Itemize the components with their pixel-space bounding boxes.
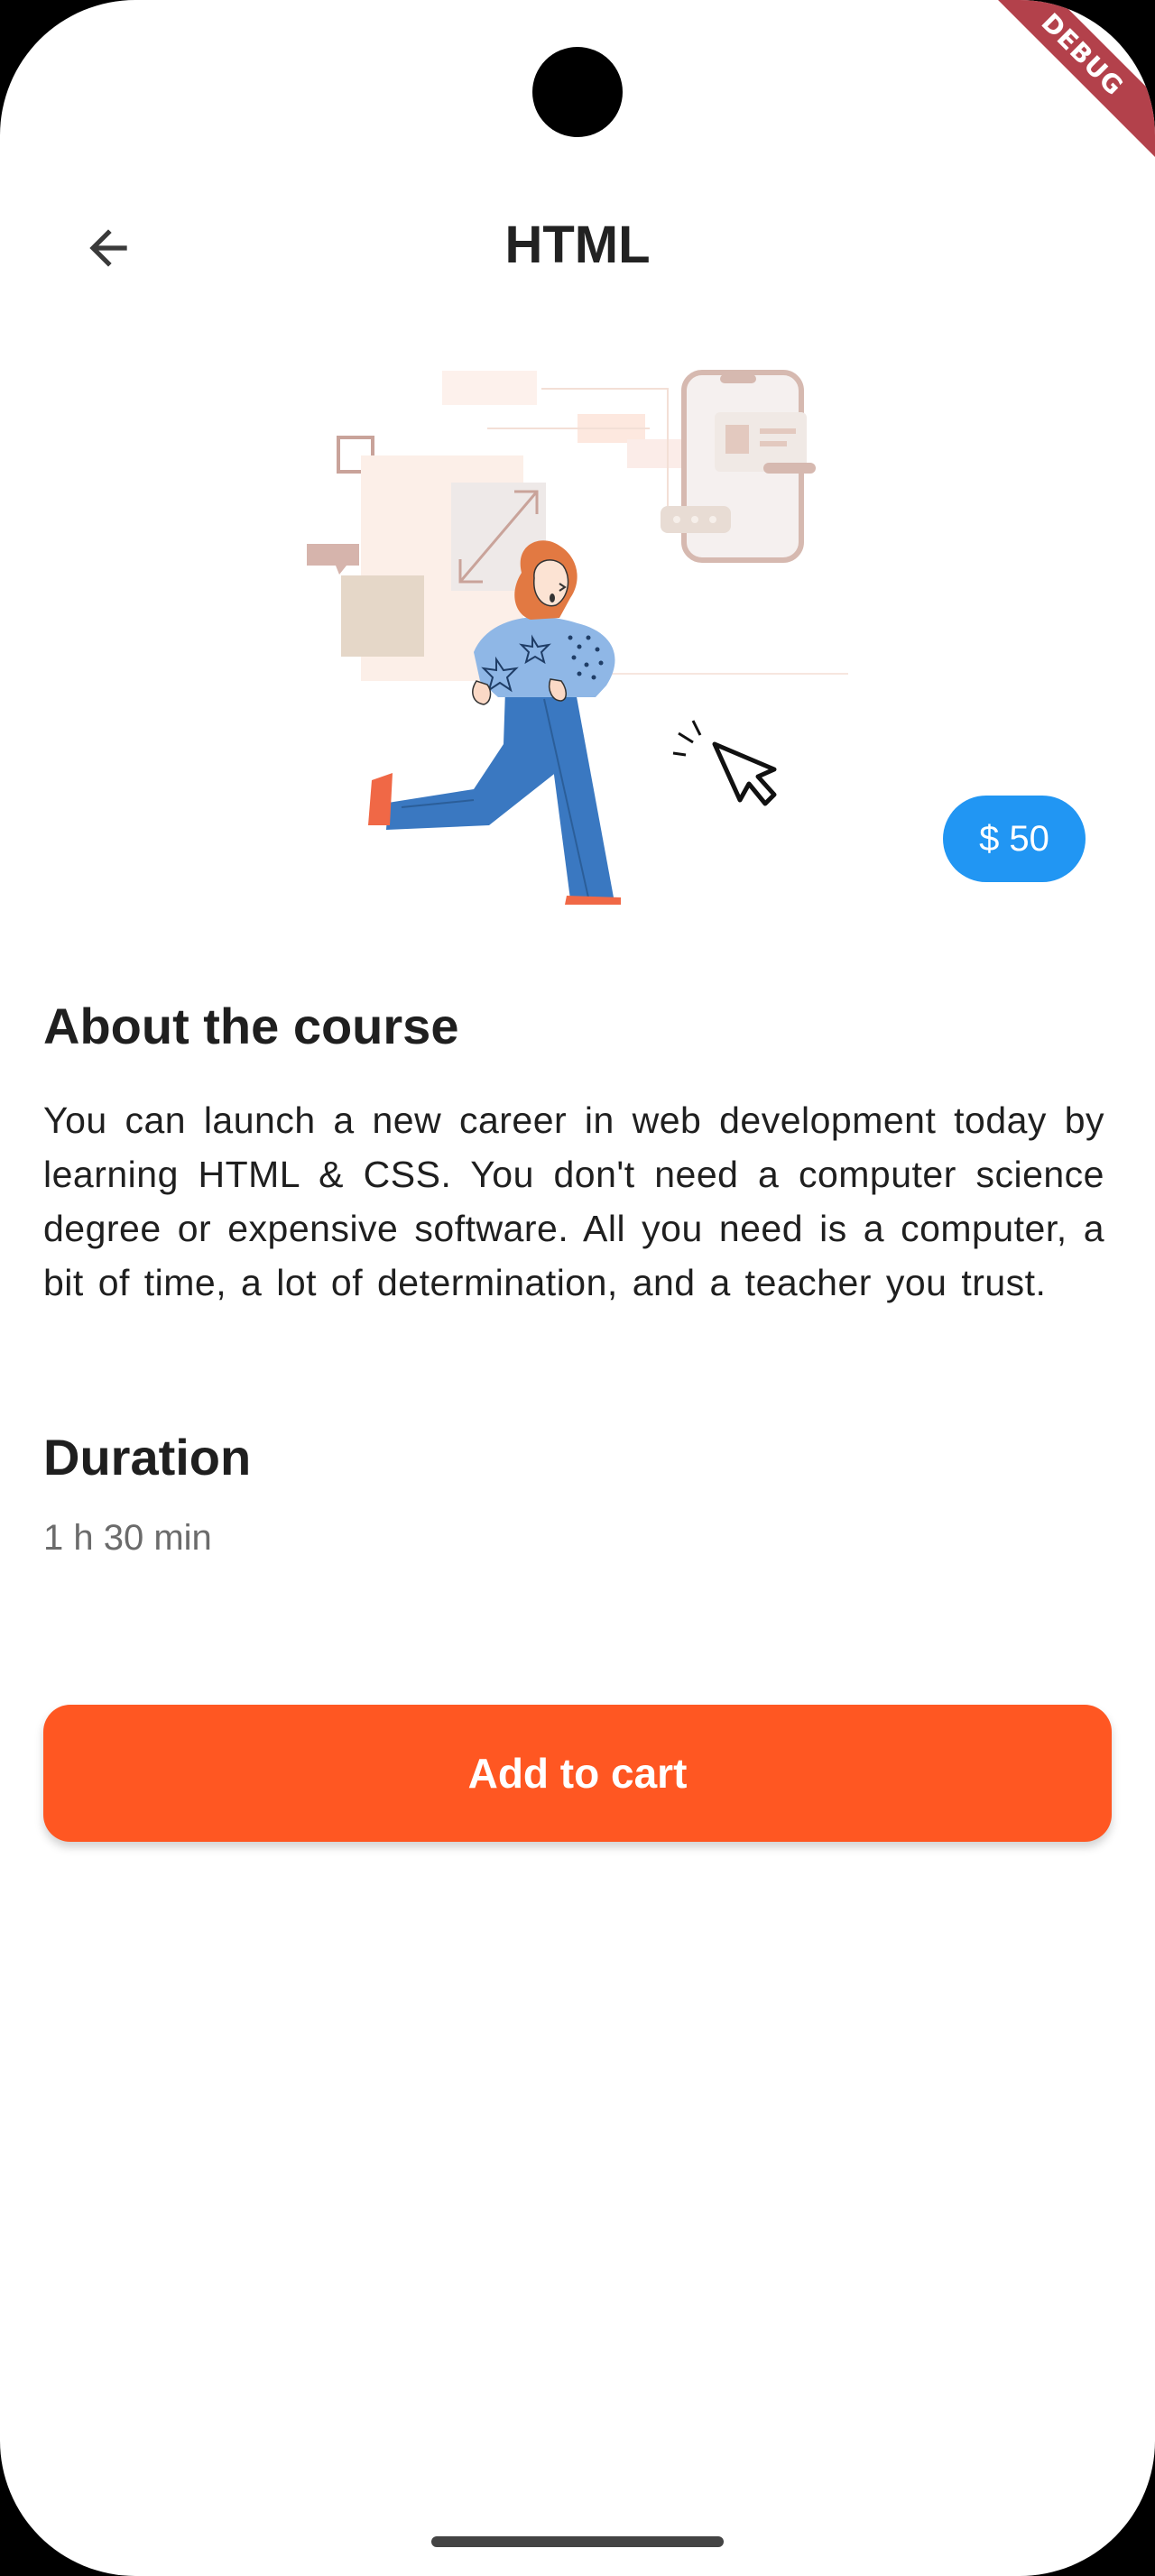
about-description: You can launch a new career in web devel… — [43, 1099, 1104, 1303]
app-screen: DEBUG HTML $ 50 About the course You can… — [0, 0, 1155, 2576]
price-badge: $ 50 — [943, 796, 1086, 882]
home-indicator[interactable] — [431, 2536, 724, 2547]
app-bar: HTML — [0, 180, 1155, 316]
front-camera — [532, 47, 623, 137]
add-to-cart-button[interactable]: Add to cart — [43, 1705, 1112, 1842]
duration-value: 1 h 30 min — [43, 1518, 212, 1558]
duration-heading: Duration — [43, 1429, 252, 1486]
page-title: HTML — [504, 216, 651, 274]
debug-banner: DEBUG — [971, 0, 1155, 166]
about-heading: About the course — [43, 998, 459, 1054]
course-illustration — [307, 370, 848, 905]
